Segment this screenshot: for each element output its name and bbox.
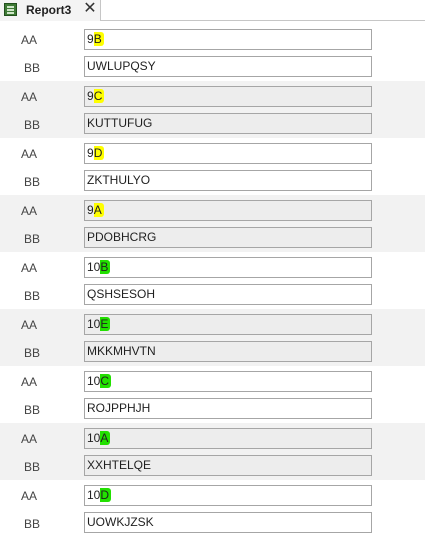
aa-value-prefix: 10 — [87, 317, 101, 331]
aa-value-highlight: A — [100, 431, 111, 445]
field-label-bb: BB — [24, 175, 41, 189]
field-label-bb: BB — [24, 346, 41, 360]
field-label-aa: AA — [21, 90, 38, 104]
aa-value-prefix: 10 — [87, 431, 101, 445]
field-label-bb: BB — [24, 517, 41, 531]
bb-field[interactable]: MKKMHVTN — [84, 341, 372, 362]
aa-field[interactable]: 10C — [84, 371, 372, 392]
aa-value-prefix: 9 — [87, 203, 94, 217]
aa-value-highlight: D — [93, 146, 105, 160]
aa-field[interactable]: 9C — [84, 86, 372, 107]
aa-value-highlight: C — [100, 374, 112, 388]
bb-field[interactable]: UWLUPQSY — [84, 56, 372, 77]
aa-field[interactable]: 9B — [84, 29, 372, 50]
bb-field[interactable]: KUTTUFUG — [84, 113, 372, 134]
bb-field[interactable]: XXHTELQE — [84, 455, 372, 476]
field-label-bb: BB — [24, 460, 41, 474]
report-records: AA 9B BB UWLUPQSY AA 9C BB KUTTUFUG AA 9D BB ZKTHUL… — [0, 24, 425, 537]
aa-field[interactable]: 10E — [84, 314, 372, 335]
report-record: AA 9D BB ZKTHULYO — [0, 138, 425, 195]
bb-field[interactable]: ZKTHULYO — [84, 170, 372, 191]
close-icon[interactable]: ✕ — [83, 1, 97, 17]
aa-field[interactable]: 10A — [84, 428, 372, 449]
field-label-aa: AA — [21, 318, 38, 332]
report-record: AA 9C BB KUTTUFUG — [0, 81, 425, 138]
aa-value-highlight: B — [100, 260, 111, 274]
field-label-aa: AA — [21, 204, 38, 218]
report-record: AA 10E BB MKKMHVTN — [0, 309, 425, 366]
aa-value-prefix: 10 — [87, 260, 101, 274]
field-label-aa: AA — [21, 489, 38, 503]
field-label-aa: AA — [21, 375, 38, 389]
report-record: AA 9A BB PDOBHCRG — [0, 195, 425, 252]
report-record: AA 10B BB QSHSESOH — [0, 252, 425, 309]
aa-field[interactable]: 9D — [84, 143, 372, 164]
aa-value-prefix: 9 — [87, 32, 94, 46]
bb-field[interactable]: PDOBHCRG — [84, 227, 372, 248]
field-label-bb: BB — [24, 232, 41, 246]
aa-value-prefix: 10 — [87, 374, 101, 388]
tab-title: Report3 — [26, 3, 72, 17]
report-record: AA 9B BB UWLUPQSY — [0, 24, 425, 81]
field-label-bb: BB — [24, 403, 41, 417]
aa-value-prefix: 9 — [87, 146, 94, 160]
field-label-aa: AA — [21, 147, 38, 161]
aa-field[interactable]: 10B — [84, 257, 372, 278]
aa-value-prefix: 9 — [87, 89, 94, 103]
report-record: AA 10A BB XXHTELQE — [0, 423, 425, 480]
field-label-aa: AA — [21, 432, 38, 446]
aa-value-highlight: A — [93, 203, 104, 217]
field-label-bb: BB — [24, 289, 41, 303]
tab-report3[interactable]: Report3 ✕ — [0, 0, 101, 21]
bb-field[interactable]: QSHSESOH — [84, 284, 372, 305]
report-record: AA 10D BB UOWKJZSK — [0, 480, 425, 537]
report-icon — [4, 3, 17, 16]
aa-value-highlight: E — [100, 317, 111, 331]
bb-field[interactable]: UOWKJZSK — [84, 512, 372, 533]
aa-value-highlight: D — [100, 488, 112, 502]
document-tab-bar: Report3 ✕ — [0, 0, 425, 21]
field-label-bb: BB — [24, 118, 41, 132]
aa-value-highlight: C — [93, 89, 105, 103]
aa-value-prefix: 10 — [87, 488, 101, 502]
aa-value-highlight: B — [93, 32, 104, 46]
field-label-bb: BB — [24, 61, 41, 75]
report-record: AA 10C BB ROJPPHJH — [0, 366, 425, 423]
aa-field[interactable]: 9A — [84, 200, 372, 221]
field-label-aa: AA — [21, 33, 38, 47]
field-label-aa: AA — [21, 261, 38, 275]
bb-field[interactable]: ROJPPHJH — [84, 398, 372, 419]
aa-field[interactable]: 10D — [84, 485, 372, 506]
